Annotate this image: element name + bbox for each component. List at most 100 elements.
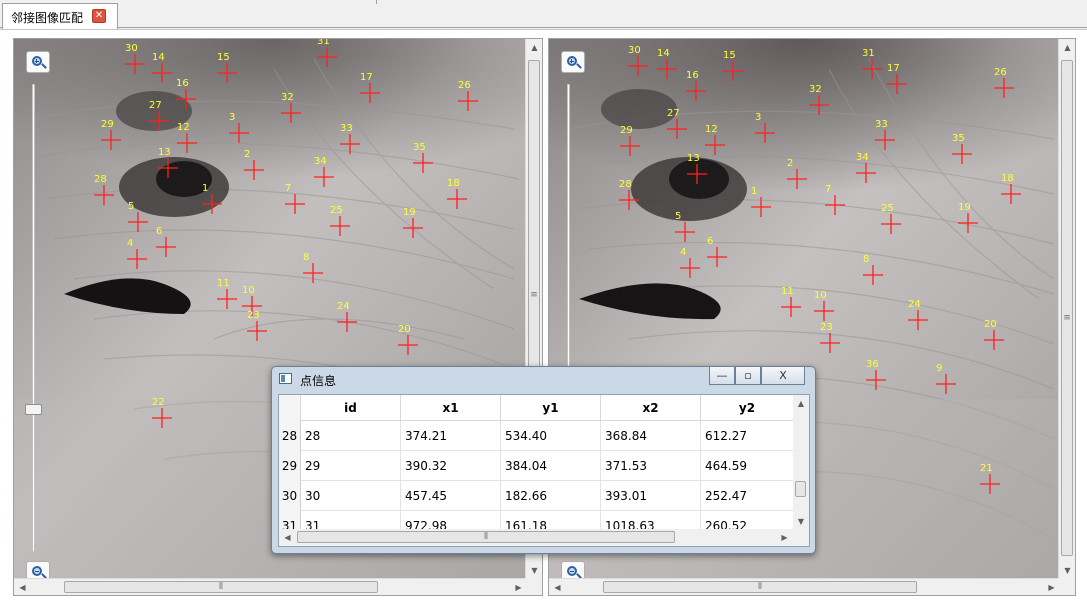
cell-x2[interactable]: 371.53 <box>601 451 701 481</box>
maximize-button[interactable]: ▫ <box>735 367 761 385</box>
left-horizontal-scrollbar[interactable]: ◀ ⦀ ▶ <box>14 578 527 595</box>
zoom-in-button[interactable] <box>561 51 585 73</box>
match-point-label: 28 <box>94 174 107 185</box>
table-row[interactable]: 29 29 390.32 384.04 371.53 464.59 <box>279 451 793 481</box>
cell-y1[interactable]: 384.04 <box>501 451 601 481</box>
point-info-dialog[interactable]: 点信息 — ▫ X id x1 y1 x2 y2 28 28 374.21 53… <box>271 366 816 554</box>
right-vertical-scrollbar[interactable]: ▲ ≡ ▼ <box>1058 39 1075 579</box>
minimize-button[interactable]: — <box>709 367 735 385</box>
match-point-label: 5 <box>128 201 134 212</box>
match-point-label: 26 <box>458 80 471 91</box>
match-point-label: 22 <box>152 397 165 408</box>
cell-y1[interactable]: 182.66 <box>501 481 601 511</box>
match-point-label: 2 <box>787 158 793 169</box>
table-row[interactable]: 30 30 457.45 182.66 393.01 252.47 <box>279 481 793 511</box>
match-point-label: 19 <box>958 202 971 213</box>
match-point-label: 24 <box>908 299 921 310</box>
match-point-label: 15 <box>723 50 736 61</box>
cell-x1[interactable]: 374.21 <box>401 421 501 451</box>
match-point-label: 16 <box>176 78 189 89</box>
scroll-down-icon[interactable]: ▼ <box>526 562 542 579</box>
match-point-label: 14 <box>152 52 165 63</box>
cell-y1[interactable]: 534.40 <box>501 421 601 451</box>
match-point-label: 16 <box>686 70 699 81</box>
cell-id[interactable]: 31 <box>301 511 401 529</box>
match-point-label: 28 <box>619 179 632 190</box>
column-header-y1[interactable]: y1 <box>501 395 601 421</box>
row-header[interactable]: 30 <box>279 481 301 511</box>
match-point-label: 27 <box>667 108 680 119</box>
zoom-slider-track[interactable] <box>32 84 35 552</box>
scroll-up-icon[interactable]: ▲ <box>793 395 809 412</box>
scroll-corner <box>525 578 542 595</box>
cell-y2[interactable]: 260.52 <box>701 511 793 529</box>
cell-y2[interactable]: 612.27 <box>701 421 793 451</box>
scroll-left-icon[interactable]: ◀ <box>279 529 296 546</box>
scroll-down-icon[interactable]: ▼ <box>793 513 809 530</box>
match-point-label: 21 <box>980 463 993 474</box>
scroll-thumb[interactable] <box>1061 60 1073 556</box>
cell-x1[interactable]: 390.32 <box>401 451 501 481</box>
close-icon[interactable]: ✕ <box>92 9 106 23</box>
match-point-label: 30 <box>125 43 138 54</box>
scroll-up-icon[interactable]: ▲ <box>526 39 542 56</box>
tab-bar: 邻接图像匹配 ✕ <box>0 0 1087 29</box>
scroll-left-icon[interactable]: ◀ <box>14 579 31 595</box>
match-point-label: 19 <box>403 207 416 218</box>
table-horizontal-scrollbar[interactable]: ◀ ⦀ ▶ <box>279 529 793 546</box>
match-point-label: 13 <box>158 147 171 158</box>
minimize-icon: — <box>716 369 728 382</box>
match-point-label: 34 <box>314 156 327 167</box>
cell-x2[interactable]: 1018.63 <box>601 511 701 529</box>
scroll-up-icon[interactable]: ▲ <box>1059 39 1075 56</box>
grip-icon: ⦀ <box>219 582 223 592</box>
match-point-label: 20 <box>984 319 997 330</box>
point-table[interactable]: id x1 y1 x2 y2 28 28 374.21 534.40 368.8… <box>278 394 810 547</box>
close-button[interactable]: X <box>761 367 805 385</box>
match-point-label: 3 <box>755 112 761 123</box>
cell-id[interactable]: 29 <box>301 451 401 481</box>
match-point-label: 8 <box>863 254 869 265</box>
cell-id[interactable]: 30 <box>301 481 401 511</box>
match-point-label: 30 <box>628 45 641 56</box>
row-header[interactable]: 31 <box>279 511 301 529</box>
row-header[interactable]: 29 <box>279 451 301 481</box>
match-point-label: 17 <box>360 72 373 83</box>
match-point-label: 20 <box>398 324 411 335</box>
match-point-label: 31 <box>317 39 330 47</box>
cell-y2[interactable]: 464.59 <box>701 451 793 481</box>
cell-y2[interactable]: 252.47 <box>701 481 793 511</box>
zoom-in-button[interactable] <box>26 51 50 73</box>
match-point-label: 4 <box>680 247 686 258</box>
cell-x1[interactable]: 457.45 <box>401 481 501 511</box>
match-point-label: 11 <box>781 286 794 297</box>
column-header-id[interactable]: id <box>301 395 401 421</box>
match-point-label: 31 <box>862 48 875 59</box>
column-header-y2[interactable]: y2 <box>701 395 793 421</box>
table-row[interactable]: 28 28 374.21 534.40 368.84 612.27 <box>279 421 793 451</box>
cell-x2[interactable]: 393.01 <box>601 481 701 511</box>
column-header-x2[interactable]: x2 <box>601 395 701 421</box>
cell-x2[interactable]: 368.84 <box>601 421 701 451</box>
scroll-right-icon[interactable]: ▶ <box>776 529 793 546</box>
column-header-x1[interactable]: x1 <box>401 395 501 421</box>
scroll-down-icon[interactable]: ▼ <box>1059 562 1075 579</box>
zoom-slider-handle[interactable] <box>25 404 42 415</box>
cell-y1[interactable]: 161.18 <box>501 511 601 529</box>
dialog-titlebar[interactable]: 点信息 — ▫ X <box>272 367 815 391</box>
match-point-label: 3 <box>229 112 235 123</box>
cell-id[interactable]: 28 <box>301 421 401 451</box>
scroll-thumb[interactable] <box>795 481 806 497</box>
scroll-left-icon[interactable]: ◀ <box>549 579 566 595</box>
table-row[interactable]: 31 31 972.98 161.18 1018.63 260.52 <box>279 511 793 530</box>
row-header[interactable]: 28 <box>279 421 301 451</box>
app-window: 邻接图像匹配 ✕ 30 14 15 31 16 17 26 32 27 3 12… <box>0 0 1087 611</box>
tab-adjacent-image-matching[interactable]: 邻接图像匹配 ✕ <box>2 3 118 29</box>
table-vertical-scrollbar[interactable]: ▲ ▼ <box>793 395 809 530</box>
window-icon <box>279 373 292 384</box>
right-horizontal-scrollbar[interactable]: ◀ ⦀ ▶ <box>549 578 1060 595</box>
match-point-label: 32 <box>809 84 822 95</box>
match-point-label: 6 <box>707 236 713 247</box>
cell-x1[interactable]: 972.98 <box>401 511 501 529</box>
scroll-corner <box>793 529 809 546</box>
